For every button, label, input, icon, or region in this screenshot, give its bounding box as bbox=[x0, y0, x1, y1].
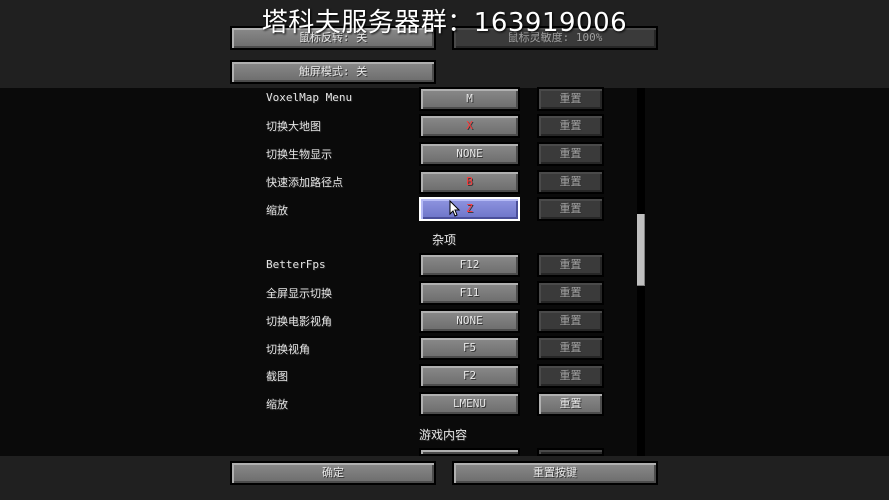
keybind-label-voxelmap-menu: VoxelMap Menu bbox=[266, 91, 353, 104]
keybind-button-betterfps[interactable]: F12 bbox=[419, 253, 520, 277]
section-title-gameplay: 游戏内容 bbox=[419, 428, 468, 442]
reset-button-zoom-voxelmap[interactable]: 重置 bbox=[537, 197, 604, 221]
scrollbar-thumb[interactable] bbox=[637, 214, 645, 286]
keybind-button-screenshot[interactable]: F2 bbox=[419, 364, 520, 388]
keybind-button-toggle-fullmap[interactable]: X bbox=[419, 114, 520, 138]
done-button[interactable]: 确定 bbox=[230, 461, 436, 485]
keybind-button-voxelmap-menu[interactable]: M bbox=[419, 87, 520, 111]
reset-button-zoom[interactable]: 重置 bbox=[537, 392, 604, 416]
keybind-label-zoom: 缩放 bbox=[266, 398, 288, 411]
keybind-button-partial[interactable] bbox=[419, 448, 520, 456]
keybind-button-quick-waypoint[interactable]: B bbox=[419, 170, 520, 194]
reset-button-toggle-mob-display[interactable]: 重置 bbox=[537, 142, 604, 166]
reset-keys-button[interactable]: 重置按键 bbox=[452, 461, 658, 485]
touchscreen-mode-button[interactable]: 触屏模式: 关 bbox=[230, 60, 436, 84]
reset-button-partial[interactable] bbox=[537, 448, 604, 456]
keybind-label-quick-waypoint: 快速添加路径点 bbox=[266, 176, 343, 189]
keybind-label-toggle-fullmap: 切换大地图 bbox=[266, 120, 321, 133]
keybind-label-zoom-voxelmap: 缩放 bbox=[266, 204, 288, 217]
reset-button-voxelmap-menu[interactable]: 重置 bbox=[537, 87, 604, 111]
section-title-misc: 杂项 bbox=[432, 233, 457, 247]
keybind-button-zoom-voxelmap[interactable]: Z bbox=[419, 197, 520, 221]
keybind-button-fullscreen[interactable]: F11 bbox=[419, 281, 520, 305]
keybind-button-toggle-perspective[interactable]: F5 bbox=[419, 336, 520, 360]
reset-button-screenshot[interactable]: 重置 bbox=[537, 364, 604, 388]
keybind-label-toggle-mob-display: 切换生物显示 bbox=[266, 148, 332, 161]
keybind-label-cinematic-camera: 切换电影视角 bbox=[266, 315, 332, 328]
keybind-label-fullscreen: 全屏显示切换 bbox=[266, 287, 332, 300]
keybind-label-screenshot: 截图 bbox=[266, 370, 288, 383]
reset-button-betterfps[interactable]: 重置 bbox=[537, 253, 604, 277]
reset-button-cinematic-camera[interactable]: 重置 bbox=[537, 309, 604, 333]
mouse-pointer-icon bbox=[449, 200, 461, 217]
reset-button-fullscreen[interactable]: 重置 bbox=[537, 281, 604, 305]
keybind-label-betterfps: BetterFps bbox=[266, 258, 326, 271]
keybind-button-toggle-mob-display[interactable]: NONE bbox=[419, 142, 520, 166]
keybind-label-toggle-perspective: 切换视角 bbox=[266, 343, 310, 356]
reset-button-quick-waypoint[interactable]: 重置 bbox=[537, 170, 604, 194]
reset-button-toggle-perspective[interactable]: 重置 bbox=[537, 336, 604, 360]
keybind-button-zoom[interactable]: LMENU bbox=[419, 392, 520, 416]
bottom-panel bbox=[0, 456, 889, 500]
overlay-title: 塔科夫服务器群：163919006 bbox=[261, 8, 628, 38]
reset-button-toggle-fullmap[interactable]: 重置 bbox=[537, 114, 604, 138]
keybind-button-cinematic-camera[interactable]: NONE bbox=[419, 309, 520, 333]
